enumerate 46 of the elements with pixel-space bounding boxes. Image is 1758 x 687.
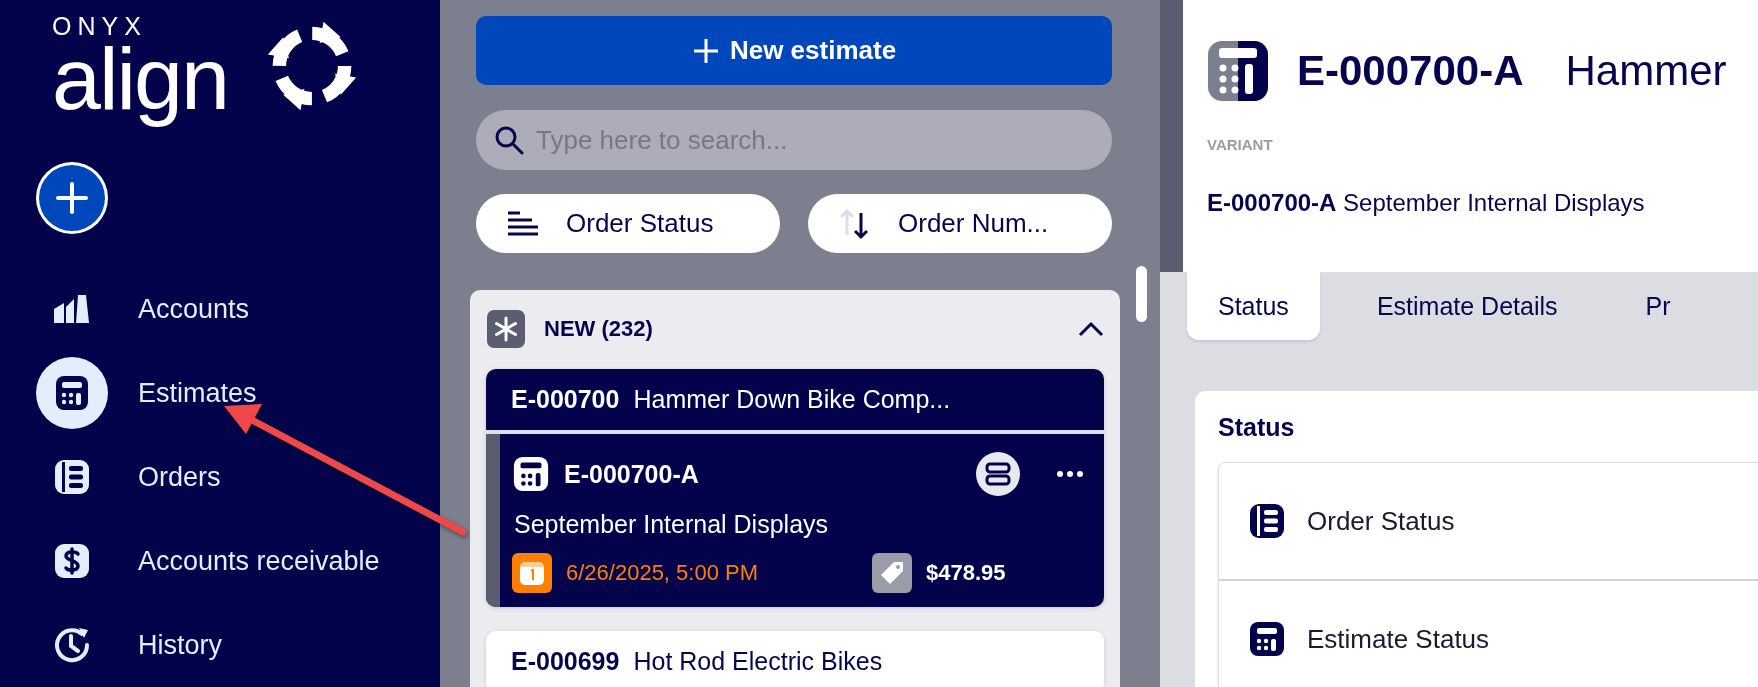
order-name: Hammer Down Bike Comp... — [633, 385, 951, 414]
nav-item[interactable]: Orders — [0, 435, 440, 519]
filter-button[interactable]: Order Num... — [808, 194, 1112, 253]
price: $478.95 — [926, 560, 1006, 586]
order-card-header[interactable]: E-000700 Hammer Down Bike Comp... — [486, 369, 1104, 430]
tab[interactable]: Status — [1187, 272, 1320, 340]
variant-name: September Internal Displays — [514, 510, 830, 539]
variant-number: E-000700-A — [564, 459, 699, 489]
nav-item[interactable]: Accounts — [0, 267, 440, 351]
asterisk-icon — [487, 310, 525, 348]
nav-item[interactable]: Accounts receivable — [0, 519, 440, 603]
estimate-title: Hammer — [1565, 47, 1727, 95]
group-title: NEW (232) — [544, 316, 653, 342]
tab[interactable]: Estimate Details — [1345, 272, 1589, 340]
order-number: E-000699 — [511, 647, 620, 676]
chevron-icon[interactable] — [1078, 321, 1104, 337]
logo-brand: ONYX — [52, 14, 148, 39]
estimate-number: E-000700-A — [1297, 47, 1524, 95]
tab[interactable]: Pr — [1614, 272, 1702, 340]
calculator-icon — [1207, 40, 1269, 102]
status-row[interactable]: Order Status — [1219, 463, 1758, 581]
section-title: Status — [1218, 413, 1296, 442]
filter-button[interactable]: Order Status — [476, 194, 780, 253]
variant-title: E-000700-A September Internal Displays — [1207, 189, 1646, 217]
order-name: Hot Rod Electric Bikes — [633, 647, 883, 676]
calendar-icon — [512, 553, 552, 593]
order-number: E-000700 — [511, 385, 620, 414]
new-estimate-button[interactable]: New estimate — [476, 16, 1112, 85]
orders-icon — [1247, 501, 1287, 541]
logo-product: align — [52, 39, 228, 130]
nav-item[interactable]: Estimates — [0, 351, 440, 435]
calculator-icon — [1247, 619, 1287, 659]
search-icon — [494, 125, 524, 155]
order-card-header[interactable]: E-000699 Hot Rod Electric Bikes — [486, 631, 1104, 687]
price-tag-icon — [872, 553, 912, 593]
plus-icon — [691, 36, 720, 65]
layout-toggle-icon[interactable] — [976, 452, 1020, 496]
due-date: 6/26/2025, 5:00 PM — [566, 560, 760, 586]
nav-item[interactable]: History — [0, 603, 440, 687]
calculator-icon — [512, 455, 550, 493]
plus-icon — [54, 180, 90, 217]
variant-label: VARIANT — [1207, 136, 1274, 153]
scrollbar[interactable] — [1136, 266, 1147, 322]
variant-card[interactable]: E-000700-A September Internal Displays 6/26/2025, 5:00 PM $478.95 — [486, 434, 1104, 607]
more-icon[interactable] — [1056, 470, 1084, 478]
status-row[interactable]: Estimate Status — [1219, 581, 1758, 687]
